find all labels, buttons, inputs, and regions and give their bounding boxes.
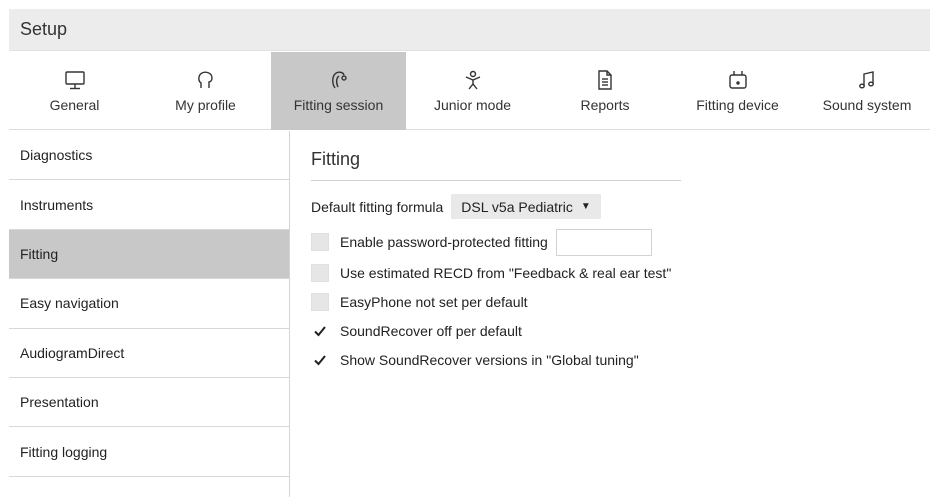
fitting-formula-dropdown[interactable]: DSL v5a Pediatric ▼ (451, 194, 601, 219)
sidebar-item-audiogramdirect[interactable]: AudiogramDirect (9, 329, 289, 378)
document-icon (598, 70, 612, 90)
child-icon (465, 70, 480, 90)
option-password-protected: Enable password-protected fitting (311, 228, 652, 256)
option-easyphone: EasyPhone not set per default (311, 291, 528, 313)
tab-sound-system[interactable]: Sound system (804, 52, 930, 130)
password-input[interactable] (555, 228, 652, 256)
fitting-settings-panel: Fitting Default fitting formula DSL v5a … (311, 131, 911, 497)
estimated-recd-checkbox[interactable] (311, 264, 329, 282)
soundrecover-versions-label: Show SoundRecover versions in "Global tu… (340, 352, 639, 368)
tab-junior-mode-label: Junior mode (433, 97, 512, 113)
fitting-device-icon (728, 71, 747, 89)
checkmark-icon (314, 355, 326, 366)
tab-reports-label: Reports (580, 97, 630, 113)
hearing-aid-icon (331, 71, 347, 89)
dropdown-arrow-icon: ▼ (580, 201, 591, 212)
person-profile-icon (197, 71, 213, 88)
sidebar-item-easy-navigation[interactable]: Easy navigation (9, 279, 289, 329)
tab-fitting-session[interactable]: Fitting session (271, 52, 406, 130)
sidebar-item-instruments[interactable]: Instruments (9, 180, 289, 230)
tab-sound-system-label: Sound system (822, 97, 912, 113)
monitor-icon (64, 71, 85, 90)
sidebar-item-presentation[interactable]: Presentation (9, 378, 289, 428)
soundrecover-off-checkbox[interactable] (311, 322, 329, 340)
window-title: Setup (20, 19, 68, 39)
easyphone-checkbox[interactable] (311, 293, 329, 311)
tab-fitting-device[interactable]: Fitting device (671, 52, 804, 130)
easyphone-label: EasyPhone not set per default (340, 294, 528, 310)
password-protected-label: Enable password-protected fitting (340, 234, 548, 250)
sidebar-item-diagnostics[interactable]: Diagnostics (9, 131, 289, 181)
fitting-formula-value: DSL v5a Pediatric (461, 198, 573, 215)
soundrecover-versions-checkbox[interactable] (311, 351, 329, 369)
tab-my-profile-label: My profile (175, 97, 236, 113)
tab-general[interactable]: General (9, 52, 140, 130)
settings-sidebar: Diagnostics Instruments Fitting Easy nav… (9, 131, 290, 497)
music-note-icon (859, 71, 874, 89)
option-estimated-recd: Use estimated RECD from "Feedback & real… (311, 262, 671, 284)
tab-fitting-session-label: Fitting session (293, 97, 384, 113)
setup-tab-bar: General My profile Fitting session Junio… (9, 52, 930, 130)
tab-my-profile[interactable]: My profile (140, 52, 271, 130)
checkmark-icon (314, 326, 326, 337)
estimated-recd-label: Use estimated RECD from "Feedback & real… (340, 265, 672, 281)
sidebar-item-fitting[interactable]: Fitting (9, 229, 289, 280)
title-bar: Setup (9, 9, 930, 51)
fitting-formula-row: Default fitting formula DSL v5a Pediatri… (311, 194, 601, 219)
fitting-formula-label: Default fitting formula (311, 198, 444, 215)
soundrecover-off-label: SoundRecover off per default (340, 323, 522, 339)
password-protected-checkbox[interactable] (311, 233, 329, 251)
option-soundrecover-versions: Show SoundRecover versions in "Global tu… (311, 349, 639, 371)
option-soundrecover-off: SoundRecover off per default (311, 320, 522, 342)
section-title: Fitting (311, 149, 681, 181)
sidebar-item-fitting-logging[interactable]: Fitting logging (9, 427, 289, 477)
tab-fitting-device-label: Fitting device (696, 97, 779, 113)
tab-reports[interactable]: Reports (539, 52, 671, 130)
tab-junior-mode[interactable]: Junior mode (406, 52, 539, 130)
tab-general-label: General (49, 97, 100, 113)
